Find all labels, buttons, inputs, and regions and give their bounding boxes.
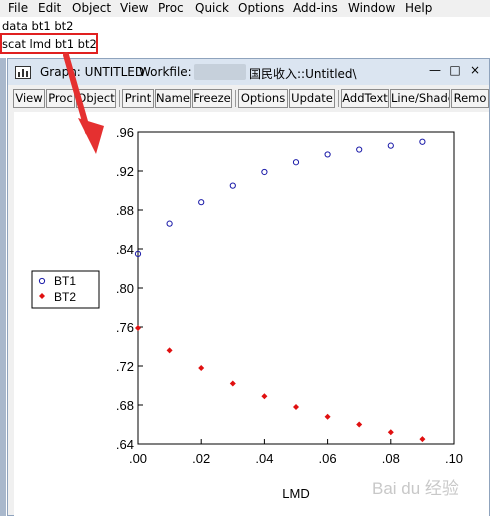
menu-window[interactable]: Window xyxy=(348,1,395,15)
toolbar-object-button[interactable]: Object xyxy=(76,89,116,108)
y-tick-label: .68 xyxy=(116,398,134,413)
graph-area[interactable]: .96 .92 .88 .84 .80 .76 .72 .68 .64 .00 .02 .04 .06… xyxy=(14,112,489,516)
restore-button[interactable]: □ xyxy=(447,63,463,77)
menu-add-ins[interactable]: Add-ins xyxy=(293,1,338,15)
graph-window-titlebar[interactable]: Graph: UNTITLED Workfile: 国民收入::Untitled… xyxy=(8,59,489,85)
x-tick-label: .02 xyxy=(192,451,210,466)
y-tick-label: .96 xyxy=(116,125,134,140)
close-button[interactable]: × xyxy=(467,63,483,77)
command-line-1[interactable]: data bt1 bt2 xyxy=(2,19,73,33)
redacted-region xyxy=(194,64,246,80)
graph-title: Graph: UNTITLED xyxy=(40,65,145,79)
menu-view[interactable]: View xyxy=(120,1,148,15)
x-tick-label: .08 xyxy=(382,451,400,466)
toolbar-remove-button[interactable]: Remo xyxy=(451,89,489,108)
scatter-chart: .96 .92 .88 .84 .80 .76 .72 .68 .64 .00 .02 .04 .06… xyxy=(31,125,463,501)
menu-options[interactable]: Options xyxy=(238,1,284,15)
menu-proc[interactable]: Proc xyxy=(158,1,184,15)
x-tick-label: .06 xyxy=(319,451,337,466)
y-tick-label: .92 xyxy=(116,164,134,179)
y-tick-label: .76 xyxy=(116,320,134,335)
menu-quick[interactable]: Quick xyxy=(195,1,229,15)
toolbar-addtext-button[interactable]: AddText xyxy=(341,89,389,108)
toolbar-proc-button[interactable]: Proc xyxy=(46,89,75,108)
y-tick-label: .72 xyxy=(116,359,134,374)
workfile-name: 国民收入::Untitled\ xyxy=(249,67,357,81)
x-tick-label: .04 xyxy=(255,451,273,466)
menu-file[interactable]: File xyxy=(8,1,28,15)
watermark-text: Bai du 经验 xyxy=(372,479,459,498)
toolbar-freeze-button[interactable]: Freeze xyxy=(192,89,232,108)
toolbar-options-button[interactable]: Options xyxy=(238,89,288,108)
y-tick-label: .84 xyxy=(116,242,134,257)
legend: BT1 BT2 xyxy=(31,270,100,309)
toolbar-separator xyxy=(119,90,120,107)
graph-toolbar: View Proc Object Print Name Freeze Optio… xyxy=(8,88,489,110)
toolbar-separator xyxy=(235,90,236,107)
legend-bt2-label: BT2 xyxy=(54,290,76,304)
workfile-label: Workfile: xyxy=(139,65,192,79)
command-highlight-box xyxy=(0,33,98,54)
main-window-edge xyxy=(0,58,6,516)
menu-help[interactable]: Help xyxy=(405,1,432,15)
menu-bar: File Edit Object View Proc Quick Options… xyxy=(0,0,490,17)
toolbar-name-button[interactable]: Name xyxy=(155,89,191,108)
toolbar-lineshade-button[interactable]: Line/Shade xyxy=(390,89,450,108)
y-tick-label: .64 xyxy=(116,437,134,452)
minimize-button[interactable]: — xyxy=(427,63,443,77)
menu-object[interactable]: Object xyxy=(72,1,111,15)
plot-frame xyxy=(137,131,455,445)
toolbar-update-button[interactable]: Update xyxy=(289,89,335,108)
toolbar-separator xyxy=(338,90,339,107)
y-tick-label: .80 xyxy=(116,281,134,296)
x-axis-label: LMD xyxy=(282,486,309,501)
y-tick-label: .88 xyxy=(116,203,134,218)
x-tick-label: .00 xyxy=(129,451,147,466)
menu-edit[interactable]: Edit xyxy=(38,1,61,15)
x-tick-label: .10 xyxy=(445,451,463,466)
toolbar-view-button[interactable]: View xyxy=(13,89,45,108)
toolbar-print-button[interactable]: Print xyxy=(122,89,154,108)
graph-window-icon xyxy=(15,66,31,79)
legend-bt1-label: BT1 xyxy=(54,274,76,288)
graph-window: Graph: UNTITLED Workfile: 国民收入::Untitled… xyxy=(7,58,490,516)
